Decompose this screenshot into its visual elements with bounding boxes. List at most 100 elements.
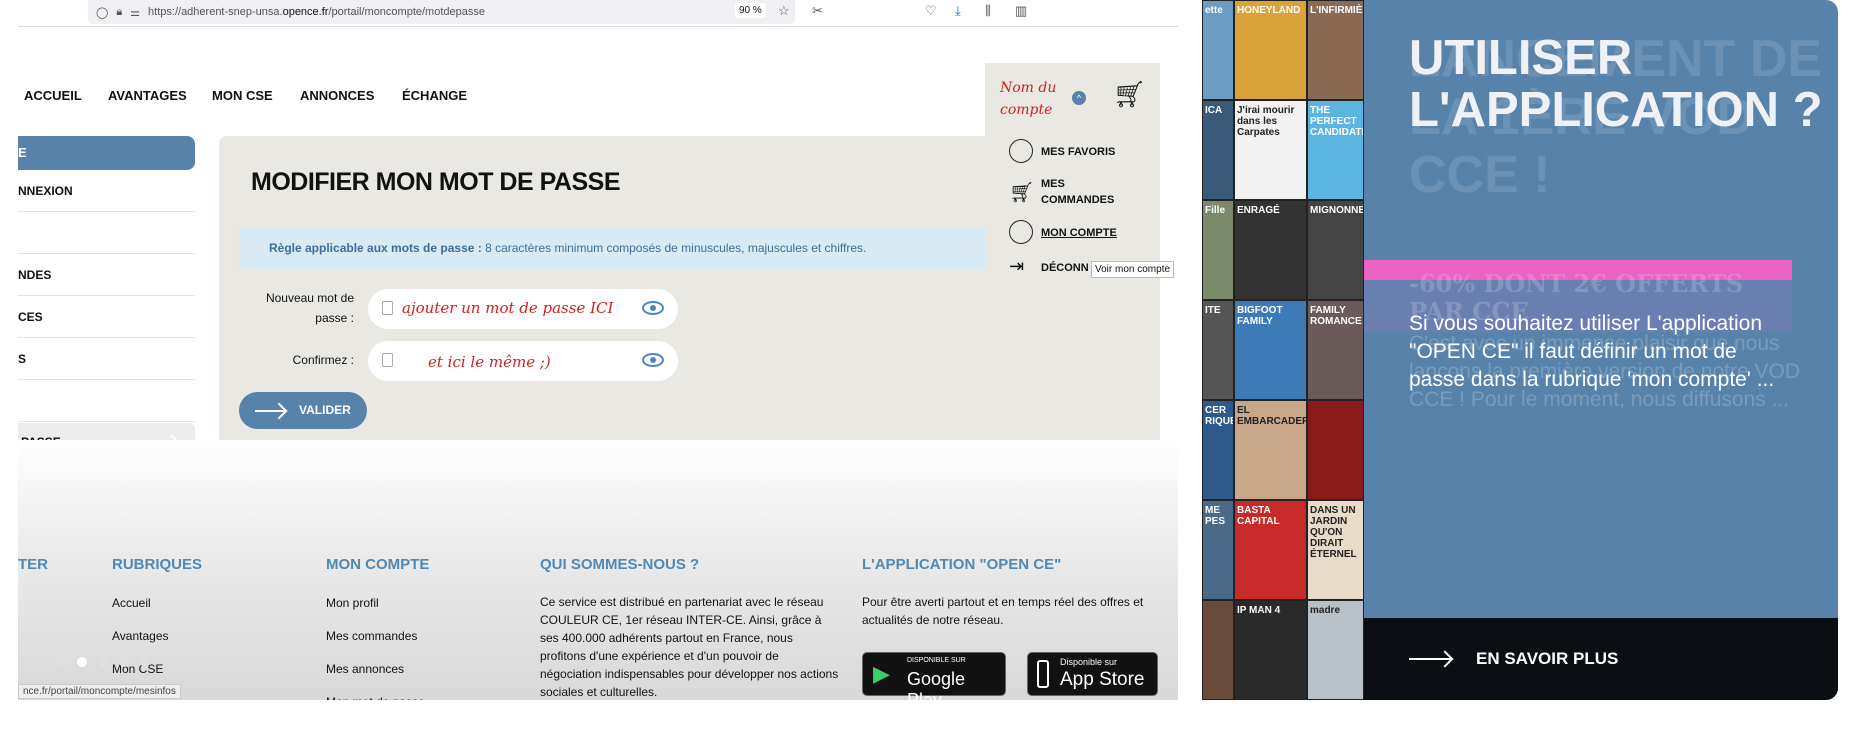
carousel-dot-active[interactable]	[77, 657, 87, 667]
footer-link[interactable]: Mon profil	[326, 596, 379, 610]
divider	[18, 26, 1178, 27]
footer-link[interactable]: Mon mot de passe	[326, 695, 425, 700]
movie-poster[interactable]: ITE	[1202, 300, 1234, 400]
movie-poster[interactable]: BASTA CAPITAL	[1234, 500, 1307, 600]
movie-poster[interactable]	[1307, 400, 1364, 500]
movie-poster[interactable]: FAMILY ROMANCE	[1307, 300, 1364, 400]
page-title: MODIFIER MON MOT DE PASSE	[251, 168, 621, 196]
sidebar-item[interactable]: NDES	[18, 254, 195, 296]
download-icon[interactable]: ⤓	[955, 3, 961, 19]
footer-heading-rubriques: RUBRIQUES	[112, 556, 203, 573]
sidebar-item[interactable]: NNEXION	[18, 170, 195, 212]
carousel-dot[interactable]	[56, 657, 66, 667]
lock-icon	[382, 353, 393, 367]
annotation-confirm: et ici le même ;)	[428, 353, 551, 371]
status-bar-url: nce.fr/portail/moncompte/mesinfos	[18, 684, 181, 699]
carousel-dot[interactable]	[98, 657, 108, 667]
account-name[interactable]: Nom du compte	[1000, 77, 1080, 121]
app-store-button[interactable]: Disponible sur App Store	[1027, 652, 1158, 696]
movie-poster[interactable]: J'irai mourir dans les Carpates	[1234, 100, 1307, 200]
library-icon[interactable]: ⫼	[985, 3, 991, 19]
learn-more-button[interactable]: EN SAVOIR PLUS	[1364, 618, 1838, 700]
nav-annonces[interactable]: ANNONCES	[300, 88, 374, 103]
movie-poster[interactable]: L'INFIRMIÈRE	[1307, 0, 1364, 100]
eye-icon[interactable]	[642, 353, 664, 367]
sidebar-item[interactable]: CES	[18, 296, 195, 338]
sidebar-item[interactable]: S	[18, 338, 195, 380]
arrow-right-icon	[255, 410, 285, 412]
account-dropdown: Nom du compte ^ 🛒︎ MES FAVORIS 🛒︎ MES COM…	[985, 63, 1160, 285]
movie-poster[interactable]: HONEYLAND	[1234, 0, 1307, 100]
movie-poster[interactable]: BIGFOOT FAMILY	[1234, 300, 1307, 400]
new-password-field[interactable]: ajouter un mot de passe ICI	[368, 289, 678, 329]
submit-button[interactable]: VALIDER	[239, 392, 367, 429]
movie-poster[interactable]: CER RIQUE	[1202, 400, 1234, 500]
movie-poster[interactable]	[1202, 600, 1234, 700]
bookmark-star-icon[interactable]: ☆	[778, 3, 790, 19]
submit-label: VALIDER	[299, 403, 351, 417]
movie-poster[interactable]: ette	[1202, 0, 1234, 100]
footer-heading: TER	[18, 556, 48, 573]
carousel-dot[interactable]	[140, 657, 150, 667]
screenshot-icon[interactable]: ✂	[812, 3, 823, 19]
panel-text: Si vous souhaitez utiliser L'application…	[1409, 312, 1775, 391]
heart-icon	[1009, 139, 1033, 163]
learn-more-label: EN SAVOIR PLUS	[1476, 649, 1619, 668]
footer-link[interactable]: Avantages	[112, 629, 169, 643]
movie-poster[interactable]: EL EMBARCADERO	[1234, 400, 1307, 500]
new-password-label: Nouveau mot de passe :	[265, 291, 354, 325]
movie-poster[interactable]: ICA	[1202, 100, 1234, 200]
confirm-password-label: Confirmez :	[292, 353, 354, 367]
sidebar-icon[interactable]: ▥	[1015, 3, 1027, 19]
carousel-dot[interactable]	[119, 657, 129, 667]
footer-link[interactable]: Mes annonces	[326, 662, 404, 676]
lock-icon	[382, 301, 393, 315]
poster-grid: etteHONEYLANDL'INFIRMIÈRE ICAJ'irai mouri…	[1202, 0, 1364, 700]
nav-avantages[interactable]: AVANTAGES	[108, 88, 187, 103]
footer-link[interactable]: Accueil	[112, 596, 151, 610]
menu-mon-compte[interactable]: MON COMPTE	[1009, 220, 1159, 246]
movie-poster[interactable]: Fille	[1202, 200, 1234, 300]
url-bar[interactable]: ◯ 🔒︎ ⚌ https://adherent-snep-unsa.opence…	[88, 0, 795, 24]
sidebar-item[interactable]	[18, 212, 195, 254]
cart-icon: 🛒︎	[1009, 182, 1035, 204]
menu-mes-favoris[interactable]: MES FAVORIS	[1009, 139, 1159, 165]
sidebar-item[interactable]	[18, 380, 195, 422]
url-text: https://adherent-snep-unsa.opence.fr/por…	[148, 6, 485, 18]
footer-app-text: Pour être averti partout et en temps rée…	[862, 595, 1144, 627]
shield-icon: ◯	[96, 6, 109, 19]
account-sidebar: E NNEXION NDES CES S PASSE	[18, 136, 195, 463]
tooltip: Voir mon compte	[1091, 261, 1175, 278]
phone-icon	[1037, 660, 1049, 688]
nav-mon-cse[interactable]: MON CSE	[212, 88, 273, 103]
footer-heading-qui: QUI SOMMES-NOUS ?	[540, 556, 700, 573]
arrow-right-icon	[1409, 658, 1451, 660]
confirm-password-field[interactable]: et ici le même ;)	[368, 341, 678, 381]
eye-icon[interactable]	[642, 301, 664, 315]
nav-echange[interactable]: ÉCHANGE	[402, 88, 467, 103]
movie-poster[interactable]: THE PERFECT CANDIDATE	[1307, 100, 1364, 200]
footer-heading-mon-compte: MON COMPTE	[326, 556, 430, 573]
sidebar-item-active[interactable]: E	[18, 136, 195, 170]
zoom-level[interactable]: 90 %	[735, 3, 766, 18]
footer-about-text: Ce service est distribué en partenariat …	[540, 595, 839, 699]
chevron-up-icon[interactable]: ^	[1072, 91, 1086, 105]
password-rule-notice: Règle applicable aux mots de passe : 8 c…	[239, 227, 989, 269]
lock-icon: 🔒︎	[116, 5, 123, 18]
app-promo-panel: LANCEMENT DE LA 1ÈRE VOD CCE ! UTILISER …	[1364, 0, 1838, 700]
footer-heading-app: L'APPLICATION "OPEN CE"	[862, 556, 1062, 573]
movie-poster[interactable]: DANS UN JARDIN QU'ON DIRAIT ÉTERNEL	[1307, 500, 1364, 600]
pocket-icon[interactable]: ♡	[925, 3, 937, 19]
movie-poster[interactable]: IP MAN 4	[1234, 600, 1307, 700]
movie-poster[interactable]: ENRAGÉ	[1234, 200, 1307, 300]
permissions-icon: ⚌	[130, 6, 141, 19]
logout-icon: ⇥	[1009, 256, 1025, 276]
cart-icon[interactable]: 🛒︎	[1113, 79, 1146, 110]
movie-poster[interactable]: madre	[1307, 600, 1364, 700]
movie-poster[interactable]: ME PES	[1202, 500, 1234, 600]
menu-mes-commandes[interactable]: 🛒︎ MES COMMANDES	[1009, 176, 1159, 210]
google-play-button[interactable]: ▶ DISPONIBLE SUR Google Play	[862, 652, 1006, 710]
nav-accueil[interactable]: ACCUEIL	[24, 88, 82, 103]
footer-link[interactable]: Mes commandes	[326, 629, 417, 643]
movie-poster[interactable]: MIGNONNES	[1307, 200, 1364, 300]
